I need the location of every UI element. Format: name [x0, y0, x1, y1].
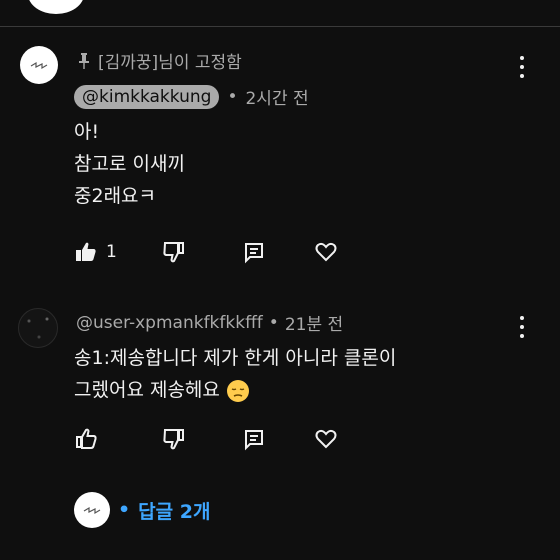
- more-vert-icon[interactable]: [519, 56, 525, 78]
- sad-emoji-icon: [226, 379, 250, 403]
- reply-actions: [74, 427, 338, 451]
- pin-icon: [79, 52, 89, 69]
- heart-icon[interactable]: [314, 240, 338, 264]
- reply-author-row: @user-xpmankfkfkkfff • 21분 전: [76, 310, 344, 336]
- author-chip[interactable]: @kimkkakkung: [74, 84, 220, 109]
- comment-icon[interactable]: [242, 427, 266, 451]
- avatar-image: [19, 309, 57, 347]
- creator-avatar: [74, 492, 110, 528]
- reply-comment-body: 송1:제송합니다 제가 한게 아니라 클론이 그렜어요 제송헤요: [74, 342, 396, 406]
- avatar-scribble-icon: [83, 506, 101, 515]
- comment-line: 아!: [74, 121, 100, 143]
- comment-line: 송1:제송합니다 제가 한게 아니라 클론이: [74, 347, 397, 369]
- replies-button[interactable]: • 답글 2개: [74, 492, 210, 528]
- comment-time: 2시간 전: [245, 89, 309, 109]
- replies-dot: •: [118, 499, 131, 521]
- thumb-down-icon[interactable]: [162, 240, 186, 264]
- more-vert-icon[interactable]: [519, 316, 525, 338]
- reply-author-avatar[interactable]: [18, 308, 58, 348]
- comment-line: 중2래요ㅋ: [74, 185, 157, 207]
- comment-line-text: 그렜어요 제송헤요: [74, 379, 220, 401]
- replies-count-label[interactable]: 답글 2개: [138, 497, 210, 524]
- separator-dot: •: [227, 86, 238, 107]
- top-avatar-partial: [28, 0, 84, 14]
- divider: [0, 26, 560, 27]
- pinned-label: [김까꿍]님이 고정함: [78, 48, 242, 73]
- avatar-scribble-icon: [30, 61, 48, 70]
- comment-line: 참고로 이새끼: [74, 153, 185, 175]
- pinned-actions: 1: [74, 240, 338, 264]
- comment-line: 그렜어요 제송헤요: [74, 374, 396, 406]
- comment-time: 21분 전: [284, 315, 344, 335]
- author-name[interactable]: @user-xpmankfkfkkfff: [76, 313, 263, 333]
- heart-icon[interactable]: [314, 427, 338, 451]
- comment-icon[interactable]: [242, 240, 266, 264]
- thumb-up-icon[interactable]: [74, 427, 98, 451]
- thumb-up-icon[interactable]: [74, 240, 98, 264]
- thumb-down-icon[interactable]: [162, 427, 186, 451]
- pinned-author-avatar[interactable]: [20, 46, 58, 84]
- pinned-author-row: @kimkkakkung • 2시간 전: [74, 84, 309, 109]
- separator-dot: •: [268, 312, 279, 333]
- pinned-by-text: [김까꿍]님이 고정함: [98, 53, 242, 73]
- like-count: 1: [106, 242, 117, 262]
- pinned-comment-body: 아! 참고로 이새끼 중2래요ㅋ: [74, 116, 185, 212]
